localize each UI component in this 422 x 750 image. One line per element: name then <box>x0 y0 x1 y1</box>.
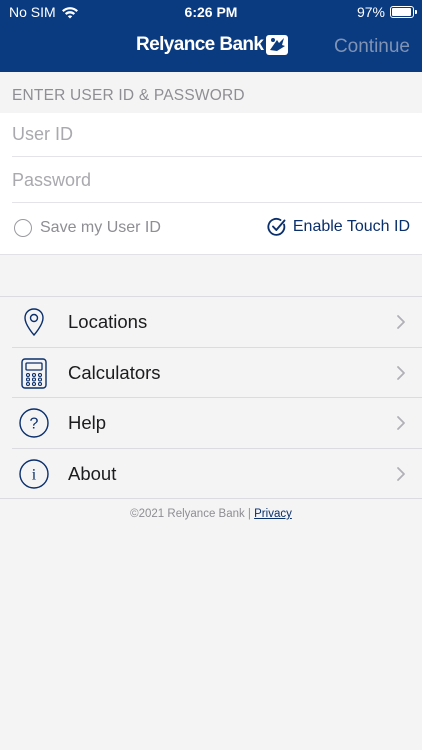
chevron-right-icon <box>397 315 405 329</box>
menu-label-about: About <box>68 462 117 484</box>
logo-mark-icon <box>266 35 289 55</box>
continue-button[interactable]: Continue <box>334 36 410 58</box>
logo-text: Relyance Bank <box>136 34 264 55</box>
nav-row: Relyance Bank Continue <box>0 30 422 66</box>
password-field <box>12 159 422 203</box>
user-id-field <box>12 113 422 157</box>
menu-label-help: Help <box>68 412 107 434</box>
footer: ©2021 Relyance Bank | Privacy <box>0 508 422 520</box>
info-icon: i <box>19 458 49 489</box>
chevron-right-icon <box>397 466 405 481</box>
battery-fill <box>392 8 412 16</box>
menu-item-about[interactable]: i About <box>0 449 422 500</box>
bank-logo: Relyance Bank <box>136 34 289 56</box>
menu-item-help[interactable]: ? Help <box>0 398 422 449</box>
svg-text:?: ? <box>30 416 39 433</box>
battery-percent: 97% <box>356 4 385 20</box>
menu-label-calculators: Calculators <box>68 361 161 383</box>
menu-item-locations[interactable]: Locations <box>0 297 422 348</box>
location-pin-icon <box>24 308 44 337</box>
enable-touch-id-toggle[interactable]: Enable Touch ID <box>267 217 410 237</box>
login-section-title: ENTER USER ID & PASSWORD <box>12 87 245 104</box>
menu-list: Locations Calculators ? Help i About <box>0 296 422 499</box>
menu-item-calculators[interactable]: Calculators <box>0 348 422 399</box>
menu-label-locations: Locations <box>68 311 148 333</box>
chevron-right-icon <box>397 416 405 430</box>
app-header: No SIM 6:26 PM 97% Relyance Bank Continu… <box>0 0 422 72</box>
password-input[interactable] <box>12 159 422 202</box>
copyright-text: ©2021 Relyance Bank | <box>130 508 251 520</box>
status-bar: No SIM 6:26 PM 97% <box>0 0 422 26</box>
save-user-id-radio[interactable] <box>14 219 32 237</box>
check-circle-icon <box>267 217 286 236</box>
login-form: Save my User ID Enable Touch ID <box>0 113 422 255</box>
login-options: Save my User ID Enable Touch ID <box>0 205 422 255</box>
svg-text:i: i <box>32 466 37 483</box>
chevron-right-icon <box>397 365 405 380</box>
privacy-link[interactable]: Privacy <box>254 508 292 520</box>
save-user-id-label: Save my User ID <box>40 219 161 236</box>
user-id-input[interactable] <box>12 113 422 156</box>
status-right: 97% <box>356 4 417 20</box>
save-user-id-toggle[interactable]: Save my User ID <box>14 219 161 237</box>
question-icon: ? <box>19 408 49 438</box>
enable-touch-id-label: Enable Touch ID <box>292 218 410 235</box>
battery-icon <box>390 6 417 18</box>
calculator-icon <box>21 357 47 389</box>
